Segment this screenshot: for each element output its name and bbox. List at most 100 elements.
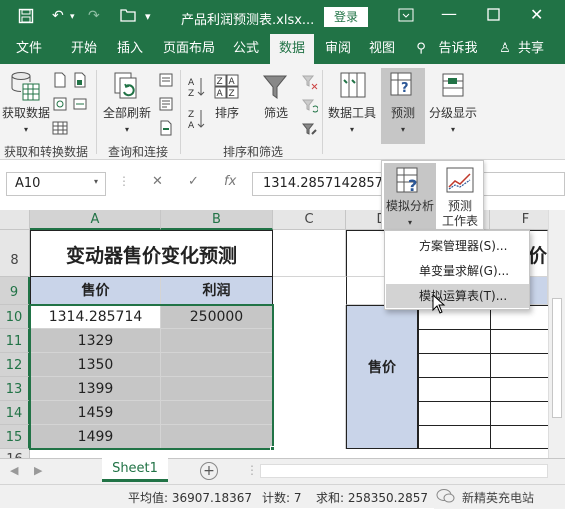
filter-icon[interactable] (262, 74, 288, 105)
menu-item-scenario-manager[interactable]: 方案管理器(S)... (386, 234, 529, 258)
sort-button[interactable]: 排序 (208, 106, 246, 121)
from-table-icon[interactable] (52, 120, 68, 139)
menu-item-goal-seek[interactable]: 单变量求解(G)... (386, 259, 529, 283)
group-separator (180, 70, 181, 154)
result-grid-cells[interactable] (418, 305, 548, 449)
from-web-icon[interactable] (52, 96, 68, 115)
row-header-12[interactable]: 12 (0, 353, 30, 377)
enter-icon[interactable]: ✓ (188, 174, 199, 189)
save-icon[interactable] (18, 8, 34, 28)
clear-filter-icon (301, 74, 318, 93)
existing-connections-icon[interactable] (72, 96, 88, 115)
column-header-a[interactable]: A (30, 210, 161, 230)
reapply-icon (301, 98, 319, 117)
formula-bar-grip-icon: ⋮ (118, 174, 130, 188)
forecast-sheet-icon (446, 167, 474, 198)
side-price-label-cell[interactable]: 售价 (346, 305, 418, 449)
row-header-9[interactable]: 9 (0, 277, 30, 305)
tab-data[interactable]: 数据 (270, 34, 314, 64)
tab-file[interactable]: 文件 (0, 34, 58, 64)
group-sort-filter-label: 排序和筛选 (222, 145, 283, 159)
sort-dialog-icon[interactable]: ZAAZ (214, 74, 240, 103)
horizontal-scrollbar[interactable] (260, 464, 548, 478)
row-header-15[interactable]: 15 (0, 425, 30, 449)
tab-formulas[interactable]: 公式 (225, 34, 267, 64)
menu-item-data-table[interactable]: 模拟运算表(T)... (386, 284, 529, 308)
scroll-left-icon[interactable]: ◀ (10, 464, 18, 477)
filter-button[interactable]: 筛选 (256, 106, 296, 121)
add-sheet-icon[interactable]: + (200, 462, 218, 480)
column-header-f[interactable]: F (490, 210, 548, 230)
svg-text:Z: Z (188, 89, 194, 98)
whatif-analysis-menu: 方案管理器(S)... 单变量求解(G)... 模拟运算表(T)... (384, 230, 530, 310)
forecast-sheet-button[interactable]: 预测 工作表 (438, 163, 482, 229)
selection-outline (29, 304, 274, 450)
minimize-icon[interactable]: — (441, 4, 457, 23)
edit-links-icon[interactable] (158, 120, 174, 139)
refresh-all-icon[interactable] (114, 72, 140, 105)
from-text-icon[interactable] (52, 72, 68, 91)
forecast-dropdown-panel: ? 模拟分析 ▾ 预测 工作表 (381, 160, 484, 230)
header-price-cell[interactable]: 售价 (30, 277, 161, 305)
login-button[interactable]: 登录 (324, 7, 368, 27)
sort-ascending-icon[interactable]: AZ (188, 76, 206, 101)
tab-insert[interactable]: 插入 (110, 34, 150, 64)
whatif-label-wrap: 模拟分析 ▾ (384, 199, 436, 230)
refresh-all-button[interactable]: 全部刷新 ▾ (98, 106, 156, 137)
name-box[interactable]: A10 (6, 172, 106, 196)
tab-view[interactable]: 视图 (362, 34, 402, 64)
cell-c8[interactable] (273, 230, 346, 277)
outline-button[interactable]: 分级显示 ▾ (426, 106, 480, 137)
scroll-right-icon[interactable]: ▶ (34, 464, 42, 477)
tab-review[interactable]: 审阅 (318, 34, 358, 64)
maximize-icon[interactable] (487, 6, 500, 25)
data-tools-icon[interactable] (340, 72, 366, 103)
row-header-11[interactable]: 11 (0, 329, 30, 353)
table-title-cell[interactable]: 变动器售价变化预测 (30, 230, 273, 277)
row-header-13[interactable]: 13 (0, 377, 30, 401)
outline-icon[interactable] (440, 72, 466, 103)
row-header-10[interactable]: 10 (0, 305, 30, 329)
share-button[interactable]: 共享 (514, 34, 548, 64)
recent-sources-icon[interactable] (72, 72, 88, 91)
forecast-sheet-label-1: 预测 (447, 199, 472, 213)
tab-page-layout[interactable]: 页面布局 (155, 34, 223, 64)
select-all-corner[interactable] (0, 210, 30, 230)
row-header-16[interactable]: 16 (0, 449, 30, 458)
get-data-icon[interactable] (10, 70, 40, 107)
header-profit-cell[interactable]: 利润 (161, 277, 273, 305)
row-header-14[interactable]: 14 (0, 401, 30, 425)
open-folder-icon[interactable] (120, 8, 136, 26)
data-tools-button[interactable]: 数据工具 ▾ (326, 106, 378, 137)
watermark-badge: 新精英充电站 (434, 485, 565, 509)
properties-icon[interactable] (158, 96, 174, 115)
undo-dropdown-icon[interactable]: ▾ (70, 12, 75, 22)
ribbon-display-options-icon[interactable] (398, 7, 414, 26)
sort-descending-icon[interactable]: ZA (188, 108, 206, 133)
undo-icon[interactable]: ↶ (52, 8, 64, 24)
insert-function-icon[interactable]: fx (224, 174, 236, 189)
advanced-filter-icon[interactable] (301, 122, 318, 141)
status-average: 平均值: 36907.18367 (128, 491, 253, 505)
tab-splitter-icon[interactable]: ⋮ (246, 463, 258, 477)
name-box-dropdown-icon[interactable]: ▾ (94, 177, 98, 186)
vertical-scrollbar[interactable] (548, 210, 565, 458)
vertical-scroll-thumb[interactable] (552, 298, 562, 418)
row-header-8[interactable]: 8 (0, 230, 30, 277)
whatif-analysis-button[interactable]: ? 模拟分析 ▾ (384, 163, 436, 229)
tell-me-search[interactable]: 告诉我 (434, 34, 482, 64)
column-c-cells[interactable] (273, 305, 346, 449)
sheet-tab-sheet1[interactable]: Sheet1 (102, 458, 168, 482)
get-data-button[interactable]: 获取数据 ▾ (2, 106, 50, 137)
column-header-c[interactable]: C (273, 210, 346, 230)
tab-home[interactable]: 开始 (58, 34, 110, 64)
cancel-icon[interactable]: ✕ (152, 174, 163, 189)
whatif-analysis-label: 模拟分析 (385, 199, 434, 213)
column-header-b[interactable]: B (161, 210, 273, 230)
queries-connections-icon[interactable] (158, 72, 174, 91)
close-icon[interactable]: ✕ (530, 5, 543, 24)
customize-toolbar-icon[interactable]: ▾ (145, 10, 151, 23)
forecast-button[interactable]: ? 预测 ▾ (381, 68, 425, 144)
status-sum: 求和: 258350.2857 (316, 491, 429, 505)
get-data-label: 获取数据 (2, 106, 51, 120)
